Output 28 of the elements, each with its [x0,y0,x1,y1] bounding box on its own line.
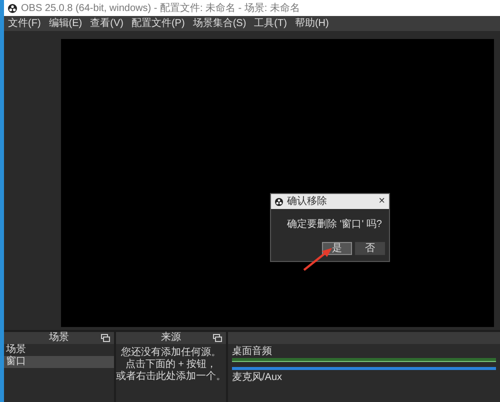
panel-title: 场景 [49,333,69,343]
dialog-button[interactable]: 是 [322,242,352,255]
dialog-message: 确定要删除 '窗口' 吗? [287,218,382,232]
hint-text: 点击下面的 + 按钮， [125,359,217,370]
channel-name: 桌面音频 [232,346,273,357]
channel-name: 麦克风/Aux [232,372,284,383]
menu-item[interactable]: 场景集合(S) [192,18,246,28]
panel-title: 来源 [161,333,181,343]
menu-item[interactable]: 工具(T) [254,18,287,28]
scene-item[interactable]: 窗口 [4,356,114,368]
hint-text: 您还没有添加任何源。 [121,347,221,358]
obs-logo-icon [275,198,283,206]
obs-logo-icon [8,4,17,12]
hint-text: 或者右击此处添加一个。 [116,371,226,383]
volume-slider[interactable] [232,367,496,370]
undock-icon[interactable] [213,334,222,342]
menu-item[interactable]: 编辑(E) [48,18,82,28]
menu-item[interactable]: 文件(F) [8,18,41,28]
menu-item[interactable]: 查看(V) [90,18,124,28]
menu-item[interactable]: 帮助(H) [294,18,329,28]
pointer-arrow [302,246,334,272]
scene-item[interactable]: 场景 [4,344,114,356]
menu-item[interactable]: 配置文件(P) [131,18,185,28]
close-button[interactable]: × [378,196,385,207]
undock-icon[interactable] [101,334,110,342]
window-title: OBS 25.0.8 (64-bit, windows) - 配置文件: 未命名 - 场景: 未命名 [21,2,300,16]
dialog-button[interactable]: 否 [355,242,385,255]
dialog-title: 确认移除 [287,196,328,206]
